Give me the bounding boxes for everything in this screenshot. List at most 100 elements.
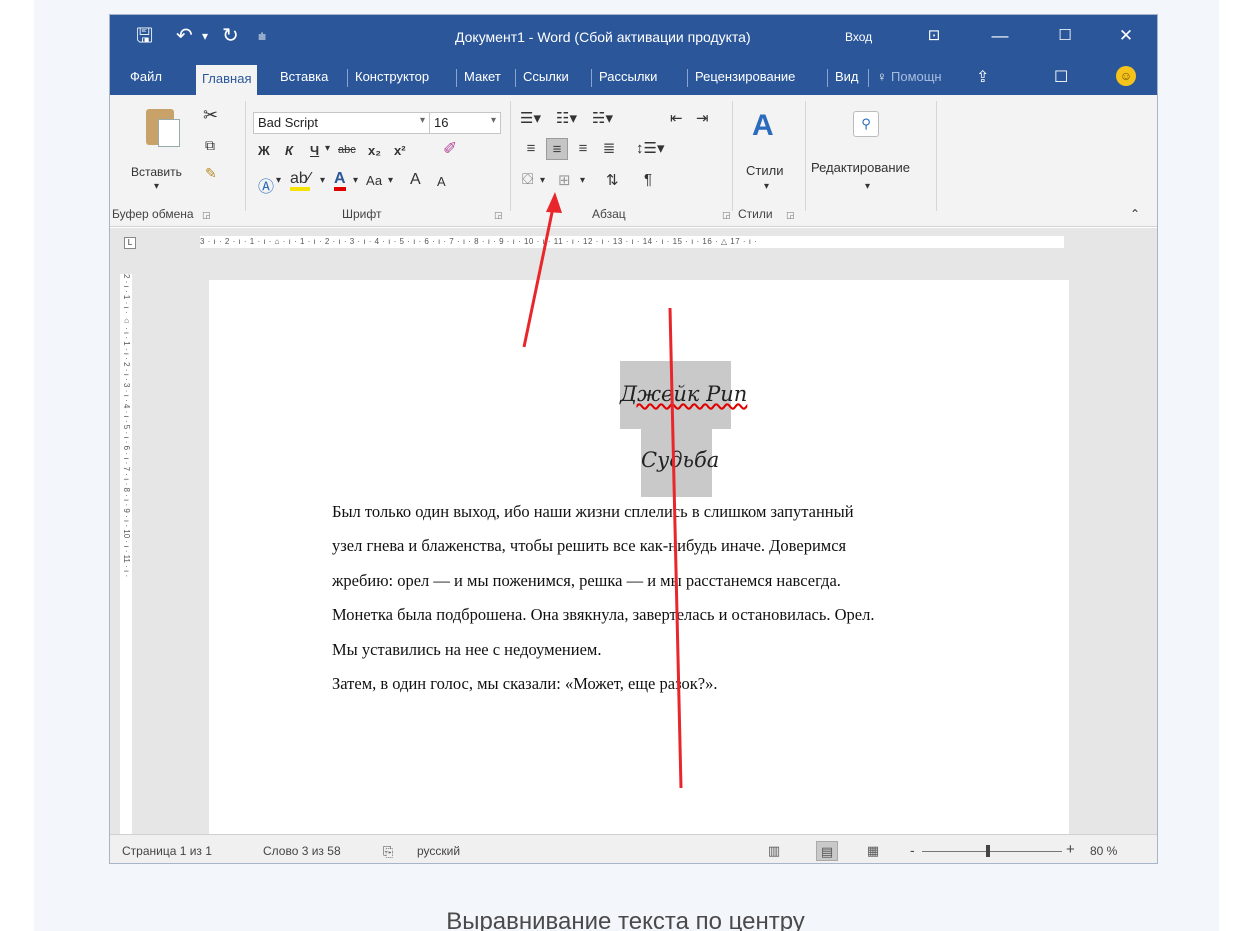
text-effects-dropdown-icon[interactable]: ▾ [276, 175, 281, 186]
strikethrough-button[interactable]: abc [338, 144, 356, 156]
justify-button[interactable]: ≣ [598, 138, 620, 160]
clear-formatting-icon[interactable]: ✐ [443, 139, 457, 159]
text-effects-icon[interactable]: Ⓐ [258, 173, 274, 197]
ribbon-display-options-icon[interactable]: ⊡ [922, 26, 946, 44]
shading-dropdown-icon[interactable]: ▾ [540, 175, 545, 186]
bold-button[interactable]: Ж [258, 143, 270, 158]
paragraph-launcher-icon[interactable]: ◲ [722, 210, 731, 221]
borders-dropdown-icon[interactable]: ▾ [580, 175, 585, 186]
tab-selector[interactable]: L [124, 237, 136, 249]
tab-review[interactable]: Рецензирование [695, 69, 795, 84]
font-size-combo[interactable]: 16 ▾ [429, 112, 501, 134]
feedback-smiley-icon[interactable]: ☺ [1116, 66, 1136, 86]
clipboard-icon[interactable] [146, 109, 180, 147]
tab-file[interactable]: Файл [130, 69, 162, 84]
align-center-button[interactable]: ≡ [546, 138, 568, 160]
shrink-font-button[interactable]: A [437, 174, 446, 189]
format-painter-icon[interactable]: ✎ [205, 165, 217, 182]
maximize-icon[interactable]: ☐ [1053, 26, 1077, 44]
page-count[interactable]: Страница 1 из 1 [122, 844, 212, 858]
share-icon[interactable]: ⇪ [976, 67, 989, 87]
sort-icon[interactable]: ⇅ [606, 171, 619, 189]
zoom-in-button[interactable]: + [1066, 841, 1075, 858]
minimize-icon[interactable]: — [988, 26, 1012, 46]
undo-dropdown-icon[interactable]: ▾ [202, 25, 208, 47]
font-name-combo[interactable]: Bad Script ▾ [253, 112, 430, 134]
copy-icon[interactable]: ⧉ [205, 137, 215, 154]
window-title: Документ1 - Word (Сбой активации продукт… [455, 29, 751, 45]
document-author[interactable]: Джейк Рип [620, 382, 747, 406]
superscript-button[interactable]: x² [394, 143, 406, 158]
chevron-down-icon[interactable]: ▾ [420, 115, 425, 126]
font-launcher-icon[interactable]: ◲ [494, 210, 503, 221]
align-left-button[interactable]: ≡ [520, 138, 542, 160]
lightbulb-icon[interactable]: ♀ [877, 69, 887, 84]
bullets-icon[interactable]: ☰▾ [520, 109, 541, 127]
comments-icon[interactable]: ☐ [1054, 67, 1068, 87]
undo-icon[interactable]: ↶ [176, 25, 193, 47]
cut-icon[interactable]: ✂ [203, 105, 218, 126]
styles-icon[interactable]: A [752, 109, 786, 143]
read-mode-icon[interactable]: ▥ [763, 841, 785, 861]
tab-references[interactable]: Ссылки [523, 69, 569, 84]
line-spacing-icon[interactable]: ↕☰▾ [636, 139, 664, 157]
paste-dropdown-icon[interactable]: ▾ [154, 181, 159, 192]
highlight-dropdown-icon[interactable]: ▾ [320, 175, 325, 186]
document-title[interactable]: Судьба [641, 448, 719, 472]
web-layout-icon[interactable]: ▦ [862, 841, 884, 861]
shading-icon[interactable]: ⛋ [522, 171, 533, 188]
language-indicator[interactable]: русский [417, 844, 460, 858]
ribbon-home: Вставить ▾ ✂ ⧉ ✎ Буфер обмена ◲ Bad Scri… [110, 95, 1157, 227]
numbering-icon[interactable]: ☷▾ [556, 109, 577, 127]
customize-qat-icon[interactable]: ⩧ [258, 25, 266, 47]
clipboard-launcher-icon[interactable]: ◲ [202, 210, 211, 221]
print-layout-icon[interactable]: ▤ [816, 841, 838, 861]
decrease-indent-icon[interactable]: ⇤ [670, 109, 683, 127]
change-case-dropdown-icon[interactable]: ▾ [388, 175, 393, 186]
underline-dropdown-icon[interactable]: ▾ [325, 143, 330, 154]
tell-me-box[interactable]: Помощн [891, 69, 942, 84]
subscript-button[interactable]: x₂ [368, 143, 381, 158]
zoom-slider-track[interactable] [922, 851, 1062, 852]
tab-home[interactable]: Главная [196, 65, 258, 95]
signin-link[interactable]: Вход [845, 30, 872, 44]
show-formatting-button[interactable]: ¶ [644, 171, 652, 188]
paste-button[interactable]: Вставить [131, 165, 182, 179]
tab-insert[interactable]: Вставка [280, 69, 328, 84]
zoom-slider-handle[interactable] [986, 845, 990, 857]
redo-icon[interactable]: ↻ [222, 25, 239, 47]
multilevel-list-icon[interactable]: ☵▾ [592, 109, 613, 127]
highlight-color-icon[interactable]: ab⁄ [290, 171, 311, 191]
vertical-ruler[interactable]: 2 · ı · 1 · ı · ⌂ · ı · 1 · ı · 2 · ı · … [120, 274, 132, 834]
font-color-dropdown-icon[interactable]: ▾ [353, 175, 358, 186]
underline-button[interactable]: Ч [310, 143, 319, 158]
font-color-icon[interactable]: A [334, 171, 346, 191]
tab-view[interactable]: Вид [835, 69, 859, 84]
grow-font-button[interactable]: A [410, 171, 421, 189]
styles-button[interactable]: Стили [746, 163, 783, 178]
tab-design[interactable]: Конструктор [355, 69, 429, 84]
close-icon[interactable]: ✕ [1114, 26, 1138, 46]
tab-layout[interactable]: Макет [464, 69, 501, 84]
editing-dropdown-icon[interactable]: ▾ [865, 181, 870, 192]
chevron-down-icon[interactable]: ▾ [491, 115, 496, 126]
borders-icon[interactable]: ⊞ [558, 171, 571, 189]
increase-indent-icon[interactable]: ⇥ [696, 109, 709, 127]
change-case-button[interactable]: Аа [366, 173, 382, 188]
tab-mailings[interactable]: Рассылки [599, 69, 657, 84]
italic-button[interactable]: К [285, 143, 293, 158]
proofing-icon[interactable]: ⎘ [383, 844, 393, 860]
document-body[interactable]: Был только один выход, ибо наши жизни сп… [332, 495, 1032, 701]
collapse-ribbon-icon[interactable]: ⌃ [1130, 207, 1140, 221]
search-icon[interactable]: ⚲ [853, 111, 879, 137]
align-right-button[interactable]: ≡ [572, 138, 594, 160]
horizontal-ruler[interactable]: 3 · ı · 2 · ı · 1 · ı · ⌂ · ı · 1 · ı · … [200, 236, 1064, 248]
document-page[interactable]: Джейк Рип Судьба Был только один выход, … [209, 280, 1069, 840]
save-icon[interactable]: 🖫 [136, 25, 153, 47]
styles-launcher-icon[interactable]: ◲ [786, 210, 795, 221]
zoom-level[interactable]: 80 % [1090, 844, 1117, 858]
zoom-out-button[interactable]: - [910, 842, 915, 858]
editing-button[interactable]: Редактирование [811, 160, 910, 175]
word-count[interactable]: Слово 3 из 58 [263, 844, 341, 858]
styles-dropdown-icon[interactable]: ▾ [764, 181, 769, 192]
